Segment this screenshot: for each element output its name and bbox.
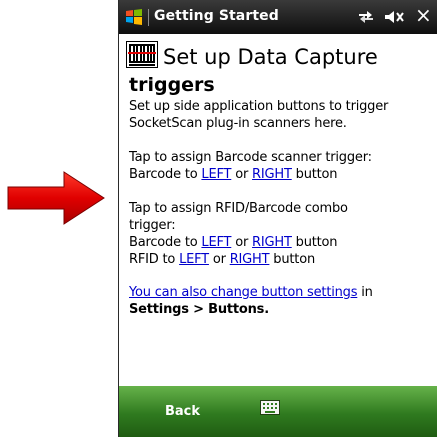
or-text: or (231, 235, 253, 250)
red-arrow-pointer-icon (7, 171, 105, 225)
barcode-right-link[interactable]: RIGHT (252, 167, 292, 182)
or-text: or (231, 167, 253, 182)
combo-barcode-label: Barcode to (129, 235, 202, 250)
assign-combo-trigger-line2[interactable]: trigger: (129, 217, 176, 234)
connectivity-icon[interactable] (357, 9, 375, 25)
windows-start-icon[interactable] (125, 8, 143, 26)
device-screen: Getting Started × Set up Data Capture tr… (118, 0, 437, 437)
combo-rfid-left-link[interactable]: LEFT (179, 252, 209, 267)
button-suffix: button (291, 235, 338, 250)
close-icon[interactable]: × (415, 3, 432, 27)
combo-barcode-right-link[interactable]: RIGHT (252, 235, 292, 250)
barcode-left-link[interactable]: LEFT (201, 167, 231, 182)
keyboard-icon[interactable] (260, 400, 280, 415)
barcode-button-line: Barcode to LEFT or RIGHT button (129, 166, 338, 183)
barcode-scanner-logo-icon (126, 41, 158, 68)
button-suffix: button (291, 167, 338, 182)
change-button-settings-link[interactable]: You can also change button settings (129, 285, 357, 300)
barcode-label: Barcode to (129, 167, 202, 182)
combo-rfid-right-link[interactable]: RIGHT (230, 252, 270, 267)
combo-barcode-left-link[interactable]: LEFT (201, 235, 231, 250)
combo-rfid-label: RFID to (129, 252, 180, 267)
volume-icon[interactable] (383, 9, 405, 25)
soft-key-bar: Back (119, 386, 437, 437)
or-text: or (208, 252, 230, 267)
settings-note-line: You can also change button settings in (129, 284, 373, 301)
settings-path-text: Settings > Buttons. (129, 302, 269, 317)
title-bar: Getting Started × (119, 0, 437, 34)
intro-text-line2: SocketScan plug-in scanners here. (129, 116, 347, 131)
combo-rfid-line: RFID to LEFT or RIGHT button (129, 251, 315, 268)
heading-title: Set up Data Capture (163, 45, 378, 69)
settings-in-text: in (357, 285, 373, 300)
intro-text-line1: Set up side application buttons to trigg… (129, 99, 389, 114)
content-area: Set up Data Capture triggers Set up side… (119, 34, 437, 386)
assign-barcode-trigger-link[interactable]: Tap to assign Barcode scanner trigger: (129, 149, 372, 166)
button-suffix: button (269, 252, 315, 267)
title-separator (148, 9, 149, 26)
assign-combo-trigger-line1[interactable]: Tap to assign RFID/Barcode combo (129, 200, 348, 217)
window-title: Getting Started (154, 8, 279, 24)
back-button[interactable]: Back (165, 404, 200, 419)
combo-barcode-line: Barcode to LEFT or RIGHT button (129, 234, 338, 251)
heading-subtitle: triggers (129, 74, 215, 96)
